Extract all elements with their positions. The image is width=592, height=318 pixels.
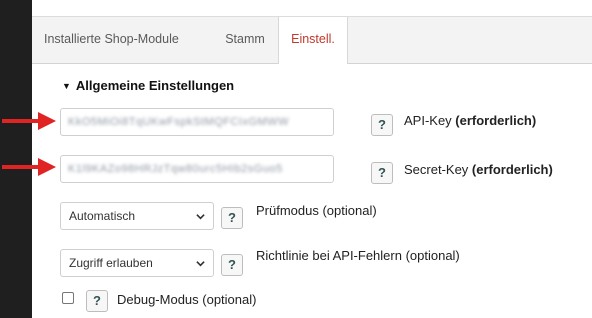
secret-key-label: Secret-Key (erforderlich) — [404, 162, 553, 177]
secret-key-label-text: Secret-Key — [404, 162, 472, 177]
red-arrow-icon — [2, 158, 56, 176]
api-error-policy-label: Richtlinie bei API-Fehlern (optional) — [256, 248, 460, 263]
section-title-text: Allgemeine Einstellungen — [75, 78, 235, 93]
help-icon: ? — [378, 117, 386, 132]
api-key-required-text: (erforderlich) — [455, 113, 537, 128]
tab-installed-shop-modules[interactable]: Installierte Shop-Module — [34, 17, 206, 63]
secret-key-required-text: (erforderlich) — [471, 162, 553, 177]
api-key-label: API-Key (erforderlich) — [404, 113, 536, 128]
tab-stamm[interactable]: Stamm — [208, 17, 282, 63]
chevron-down-icon — [196, 214, 205, 220]
secret-key-input[interactable]: K1l9KAZo98HRJzTqw80urc5HIb2sGuo5 — [60, 155, 334, 183]
test-mode-label: Prüfmodus (optional) — [256, 203, 377, 218]
test-mode-select[interactable]: Automatisch — [60, 202, 214, 230]
api-key-value: KkO5MiOi8TqUKwFspkStMQFCIxGMWW — [68, 116, 289, 128]
section-header-general-settings[interactable]: ▼ Allgemeine Einstellungen — [62, 78, 234, 93]
api-key-label-text: API-Key — [404, 113, 456, 128]
help-icon: ? — [228, 210, 236, 225]
api-error-policy-selected-value: Zugriff erlauben — [69, 256, 153, 270]
debug-mode-checkbox[interactable] — [62, 292, 74, 304]
tab-bar: Installierte Shop-Module Stamm Einstell. — [32, 16, 592, 64]
help-icon: ? — [378, 165, 386, 180]
api-error-policy-help-button[interactable]: ? — [221, 254, 243, 276]
debug-mode-help-button[interactable]: ? — [86, 290, 108, 312]
api-key-input[interactable]: KkO5MiOi8TqUKwFspkStMQFCIxGMWW — [60, 108, 334, 136]
api-error-policy-select[interactable]: Zugriff erlauben — [60, 249, 214, 277]
secret-key-value: K1l9KAZo98HRJzTqw80urc5HIb2sGuo5 — [68, 163, 283, 175]
debug-mode-label: Debug-Modus (optional) — [117, 292, 257, 307]
test-mode-help-button[interactable]: ? — [221, 207, 243, 229]
red-arrow-icon — [2, 112, 56, 130]
caret-down-icon: ▼ — [62, 81, 71, 91]
tab-einstell[interactable]: Einstell. — [278, 17, 348, 64]
chevron-down-icon — [196, 261, 205, 267]
test-mode-selected-value: Automatisch — [69, 209, 136, 223]
secret-key-help-button[interactable]: ? — [371, 162, 393, 184]
api-key-help-button[interactable]: ? — [371, 114, 393, 136]
help-icon: ? — [228, 257, 236, 272]
help-icon: ? — [93, 293, 101, 308]
